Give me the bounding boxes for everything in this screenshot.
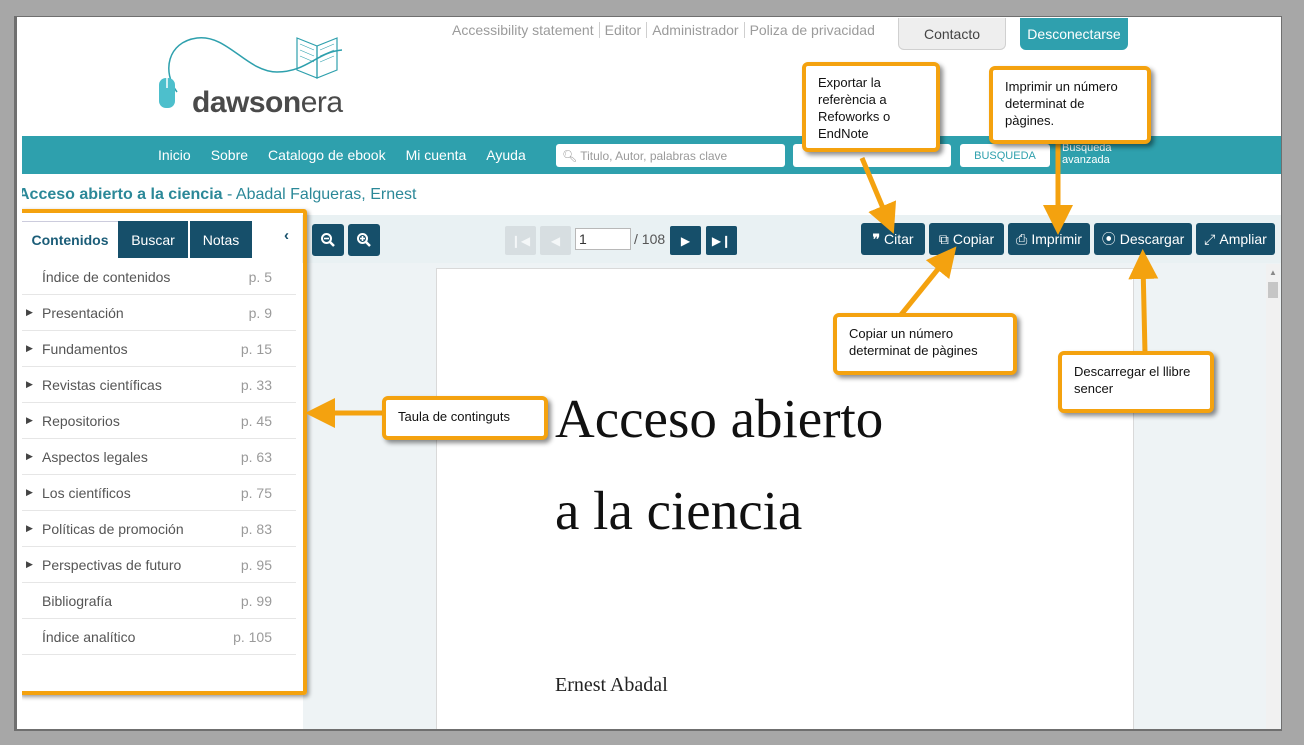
- document-title-line1: Acceso abierto: [555, 388, 884, 449]
- callout-copy: Copiar un número determinat de pàgines: [833, 313, 1017, 375]
- callout-cite: Exportar la referència a Refoworks o End…: [802, 62, 940, 152]
- nav-catalogo[interactable]: Catalogo de ebook: [268, 147, 386, 163]
- document-scrollbar[interactable]: ▲: [1266, 264, 1280, 732]
- nav-mi-cuenta[interactable]: Mi cuenta: [406, 147, 467, 163]
- download-button[interactable]: ⦿ Descargar: [1094, 223, 1192, 255]
- last-page-icon: ▶❙: [711, 233, 732, 248]
- next-page-icon: ▶: [680, 233, 691, 248]
- callout-toc: Taula de continguts: [382, 396, 548, 440]
- zoom-out-icon: [321, 233, 335, 247]
- logo-text: dawsonera: [192, 86, 343, 119]
- prev-page-button[interactable]: ◀: [540, 226, 571, 255]
- last-page-button[interactable]: ▶❙: [706, 226, 737, 255]
- link-administrador[interactable]: Administrador: [647, 22, 745, 38]
- scroll-up-icon[interactable]: ▲: [1269, 268, 1277, 277]
- nav-sobre[interactable]: Sobre: [211, 147, 248, 163]
- link-privacy[interactable]: Poliza de privacidad: [745, 22, 880, 38]
- cite-button[interactable]: ❞ Citar: [861, 223, 925, 255]
- book-title: Acceso abierto a la ciencia - Abadal Fal…: [22, 186, 417, 203]
- copy-button[interactable]: ⧉ Copiar: [929, 223, 1004, 255]
- scroll-thumb[interactable]: [1268, 282, 1278, 298]
- next-page-button[interactable]: ▶: [670, 226, 701, 255]
- print-icon: ⎙: [1016, 230, 1028, 247]
- book-author-link[interactable]: Abadal Falgueras, Ernest: [236, 186, 417, 203]
- app-page: Accessibility statement Editor Administrad…: [22, 18, 1282, 732]
- nav-inicio[interactable]: Inicio: [158, 147, 191, 163]
- page-total: / 108: [634, 231, 666, 247]
- zoom-in-button[interactable]: [348, 224, 380, 256]
- page-number-input[interactable]: [575, 228, 631, 250]
- document-title-line2: a la ciencia: [555, 480, 803, 541]
- print-button[interactable]: ⎙ Imprimir: [1008, 223, 1090, 255]
- zoom-in-icon: [357, 233, 371, 247]
- search-placeholder: Titulo, Autor, palabras clave: [580, 148, 728, 163]
- sidebar-highlight: [22, 209, 307, 695]
- search-icon: 🔍︎: [562, 148, 578, 163]
- logout-button[interactable]: Desconectarse: [1020, 18, 1128, 50]
- link-accessibility[interactable]: Accessibility statement: [447, 22, 600, 38]
- contact-button[interactable]: Contacto: [898, 18, 1006, 50]
- search-input[interactable]: 🔍︎ Titulo, Autor, palabras clave: [556, 144, 785, 167]
- callout-print: Imprimir un número determinat de pàgines…: [989, 66, 1151, 144]
- nav-ayuda[interactable]: Ayuda: [486, 147, 525, 163]
- top-links: Accessibility statement Editor Administrad…: [447, 22, 880, 38]
- copy-icon: ⧉: [938, 230, 949, 247]
- prev-page-icon: ◀: [550, 233, 561, 248]
- document-author: Ernest Abadal: [555, 674, 668, 696]
- download-icon: ⦿: [1101, 231, 1116, 247]
- quote-icon: ❞: [872, 230, 880, 247]
- callout-download: Descarregar el llibre sencer: [1058, 351, 1214, 413]
- nav-items: Inicio Sobre Catalogo de ebook Mi cuenta…: [158, 136, 526, 174]
- first-page-button[interactable]: ❙◀: [505, 226, 536, 255]
- expand-icon: ⤢: [1204, 230, 1216, 247]
- advanced-search-link[interactable]: Busqueda avanzada: [1062, 142, 1112, 166]
- search-button[interactable]: BUSQUEDA: [960, 144, 1050, 167]
- first-page-icon: ❙◀: [510, 233, 531, 248]
- document-page: Acceso abierto a la ciencia Ernest Abada…: [436, 268, 1134, 732]
- zoom-out-button[interactable]: [312, 224, 344, 256]
- expand-button[interactable]: ⤢ Ampliar: [1196, 223, 1275, 255]
- link-editor[interactable]: Editor: [599, 22, 648, 38]
